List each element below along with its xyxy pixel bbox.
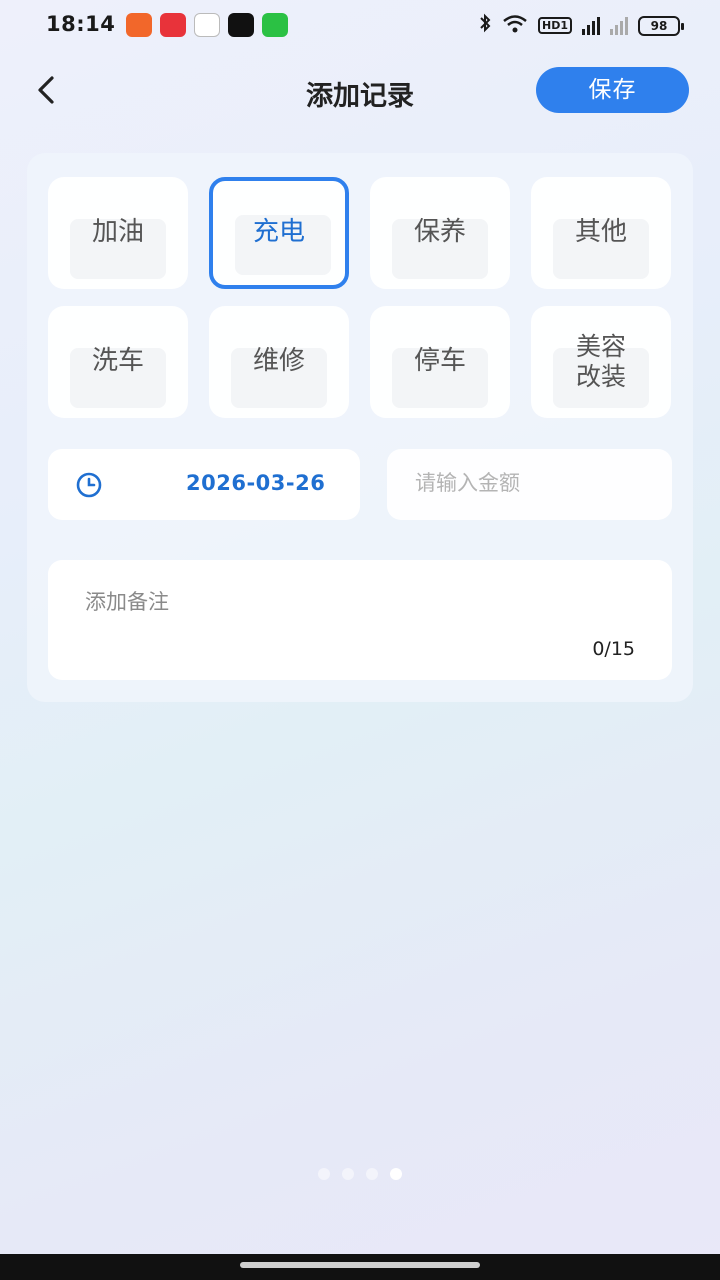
status-time: 18:14 — [46, 12, 116, 36]
app-notification-icon — [228, 13, 254, 37]
home-indicator[interactable] — [240, 1262, 480, 1268]
pager-dot — [318, 1168, 330, 1180]
clock-icon — [76, 472, 102, 498]
category-label: 洗车 — [91, 346, 144, 377]
save-button[interactable]: 保存 — [536, 67, 689, 113]
category-label: 充电 — [252, 217, 305, 248]
category-label-line2: 改装 — [575, 362, 626, 391]
category-car-wash[interactable]: 洗车 — [48, 306, 188, 418]
category-other[interactable]: 其他 — [531, 177, 671, 289]
pager-dot-active — [390, 1168, 402, 1180]
category-label-line1: 美容 — [575, 332, 626, 361]
status-bar: 18:14 HD1 98 — [0, 0, 720, 50]
notification-icons — [126, 13, 288, 37]
amount-input[interactable] — [415, 471, 655, 495]
header: 添加记录 保存 — [0, 60, 720, 120]
system-icons: HD1 98 — [478, 13, 684, 38]
app-notification-icon — [160, 13, 186, 37]
category-repair[interactable]: 维修 — [209, 306, 349, 418]
category-label: 维修 — [252, 346, 305, 377]
category-charge[interactable]: 充电 — [209, 177, 349, 289]
category-maintenance[interactable]: 保养 — [370, 177, 510, 289]
hd-icon: HD1 — [538, 17, 572, 34]
app-notification-icon — [262, 13, 288, 37]
app-notification-icon — [126, 13, 152, 37]
category-beauty-mod[interactable]: 美容 改装 — [531, 306, 671, 418]
signal-secondary-icon — [610, 16, 628, 35]
category-label: 停车 — [413, 346, 466, 377]
note-field[interactable]: 0/15 — [48, 560, 672, 680]
pager-dot — [342, 1168, 354, 1180]
category-label: 加油 — [91, 217, 144, 248]
note-input[interactable] — [85, 586, 625, 636]
wifi-icon — [502, 14, 528, 38]
amount-field[interactable] — [387, 449, 672, 520]
date-value: 2026-03-26 — [186, 471, 326, 495]
category-refuel[interactable]: 加油 — [48, 177, 188, 289]
pager-dot — [366, 1168, 378, 1180]
pager-dots — [318, 1168, 402, 1180]
category-label: 其他 — [574, 217, 627, 248]
app-notification-icon — [194, 13, 220, 37]
battery-icon: 98 — [638, 15, 684, 36]
category-label: 保养 — [413, 217, 466, 248]
bluetooth-icon — [478, 13, 492, 38]
signal-5g-icon — [582, 16, 600, 35]
note-char-counter: 0/15 — [592, 638, 635, 660]
category-parking[interactable]: 停车 — [370, 306, 510, 418]
category-label: 美容 改装 — [576, 332, 626, 392]
date-picker[interactable]: 2026-03-26 — [48, 449, 360, 520]
